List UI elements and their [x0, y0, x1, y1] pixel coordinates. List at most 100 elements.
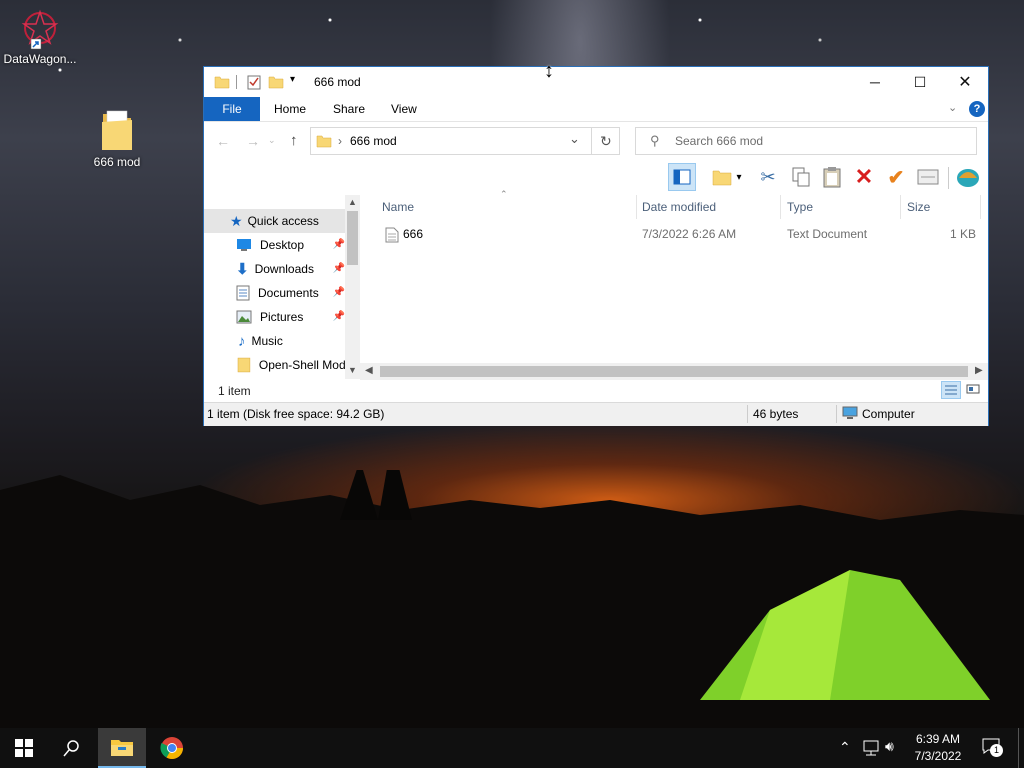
file-name: 666 [403, 227, 424, 241]
back-arrow-icon[interactable]: ← [216, 133, 230, 149]
sidebar-item-downloads[interactable]: ⬇ Downloads 📌 [204, 257, 345, 281]
sidebar-item-music[interactable]: ♪ Music [204, 329, 345, 353]
customize-qat-chevron-icon[interactable]: ▾ [290, 74, 295, 85]
details-view-button[interactable] [941, 381, 961, 399]
properties-icon[interactable] [246, 74, 262, 90]
tab-share[interactable]: Share [333, 97, 365, 121]
scroll-up-arrow-icon[interactable]: ▲ [348, 197, 357, 207]
start-button[interactable] [0, 728, 48, 768]
title-bar[interactable]: ▾ 666 mod ─ ☐ ✕ [204, 67, 988, 97]
address-bar[interactable]: › 666 mod ⌄ ↻ [310, 127, 620, 155]
scroll-left-arrow-icon[interactable]: ◀ [365, 365, 373, 376]
search-field[interactable]: ⚲ Search 666 mod [635, 127, 977, 155]
file-list-scrollbar[interactable]: ◀ ▶ [360, 363, 988, 380]
breadcrumb-separator-icon: › [338, 134, 342, 148]
scrollbar-thumb[interactable] [347, 211, 358, 265]
column-header-size[interactable]: Size [907, 195, 930, 219]
file-type: Text Document [787, 227, 868, 241]
sidebar-item-quick-access[interactable]: ★ Quick access [204, 209, 345, 233]
clock-time[interactable]: 6:39 AM [911, 732, 965, 746]
tab-home[interactable]: Home [274, 97, 306, 121]
column-separator[interactable] [900, 195, 901, 219]
pin-icon[interactable]: 📌 [333, 239, 345, 250]
column-header-date-modified[interactable]: Date modified [642, 195, 716, 219]
documents-icon [236, 285, 250, 301]
recent-locations-chevron-icon[interactable]: ⌄ [268, 135, 276, 146]
file-size: 1 KB [949, 227, 976, 241]
sort-indicator-icon: ⌃ [500, 189, 508, 199]
column-header-name[interactable]: Name [382, 195, 414, 219]
shell-glyph [957, 169, 979, 187]
folder-icon [237, 357, 251, 373]
up-arrow-icon[interactable]: ↑ [290, 132, 298, 149]
sidebar-item-desktop[interactable]: Desktop 📌 [204, 233, 345, 257]
column-header-type[interactable]: Type [787, 195, 813, 219]
desktop-icon-666-mod[interactable]: 666 mod [82, 108, 152, 169]
text-document-icon [385, 227, 399, 243]
open-shell-icon[interactable] [954, 163, 982, 191]
tab-view[interactable]: View [391, 97, 417, 121]
address-divider [591, 128, 592, 154]
pin-icon[interactable]: 📌 [333, 263, 345, 274]
sidebar-item-open-shell-mod[interactable]: Open-Shell Mod [204, 353, 345, 377]
volume-icon[interactable]: 🔊︎ [885, 738, 894, 755]
action-center-button[interactable]: 1 [982, 738, 1004, 760]
refresh-icon[interactable]: ↻ [600, 133, 612, 150]
close-button[interactable]: ✕ [942, 67, 988, 97]
pin-icon[interactable]: 📌 [333, 287, 345, 298]
cut-icon[interactable]: ✂ [754, 163, 782, 191]
taskbar-file-explorer[interactable] [98, 728, 146, 768]
minimize-button[interactable]: ─ [852, 67, 898, 97]
large-icons-view-button[interactable] [965, 381, 983, 399]
email-icon[interactable] [914, 163, 942, 191]
scrollbar-thumb[interactable] [380, 366, 968, 377]
tiles-view-icon [966, 384, 980, 394]
wallpaper-landscape [0, 470, 1024, 730]
table-row[interactable]: 666 7/3/2022 6:26 AM Text Document 1 KB [360, 223, 988, 247]
desktop-icon-datawagon[interactable]: DataWagon... [2, 8, 78, 66]
status-size: 46 bytes [753, 407, 799, 421]
scroll-right-arrow-icon[interactable]: ▶ [975, 365, 983, 376]
delete-icon[interactable]: ✕ [850, 163, 878, 191]
download-arrow-icon: ⬇ [236, 261, 249, 278]
copy-icon[interactable] [787, 163, 815, 191]
column-separator[interactable] [636, 195, 637, 219]
folder-icon [316, 135, 332, 148]
ribbon-tabs: File Home Share View ⌄ ? [204, 97, 988, 122]
help-icon[interactable]: ? [969, 101, 985, 117]
envelope-glyph [917, 169, 939, 185]
show-hidden-icons-chevron-icon[interactable]: ⌃ [839, 739, 851, 756]
search-input[interactable]: Search 666 mod [675, 134, 763, 148]
paste-icon[interactable] [818, 163, 846, 191]
clock-date[interactable]: 7/3/2022 [911, 749, 965, 763]
navigation-pane-scrollbar[interactable]: ▲ ▼ [345, 195, 360, 379]
file-explorer-icon [111, 740, 133, 756]
pin-icon[interactable]: 📌 [333, 311, 345, 322]
sidebar-item-label: Desktop [260, 238, 305, 252]
resize-cursor-icon: ↕ [544, 60, 554, 82]
address-dropdown-chevron-icon[interactable]: ⌄ [569, 131, 580, 147]
column-separator[interactable] [780, 195, 781, 219]
expand-ribbon-chevron-icon[interactable]: ⌄ [948, 101, 957, 114]
window-title: 666 mod [314, 75, 361, 89]
show-desktop-button[interactable] [1018, 728, 1024, 768]
classic-toolbar: ▾ ✂ ✕ ✔ [204, 161, 988, 195]
taskbar-chrome[interactable] [148, 728, 196, 768]
scroll-down-arrow-icon[interactable]: ▼ [348, 365, 357, 375]
computer-icon [842, 406, 858, 419]
navigation-pane-button[interactable] [668, 163, 696, 191]
folder-icon [712, 170, 732, 186]
sidebar-item-pictures[interactable]: Pictures 📌 [204, 305, 345, 329]
properties-check-icon[interactable]: ✔ [882, 163, 910, 191]
tab-file[interactable]: File [204, 97, 260, 121]
views-dropdown-chevron-icon[interactable]: ▾ [732, 163, 746, 191]
maximize-button[interactable]: ☐ [897, 67, 943, 97]
toolbar-divider [948, 167, 949, 189]
forward-arrow-icon[interactable]: → [246, 133, 260, 149]
column-separator[interactable] [980, 195, 981, 219]
network-icon[interactable] [862, 740, 880, 756]
breadcrumb[interactable]: 666 mod [350, 134, 397, 148]
new-folder-icon[interactable] [268, 74, 284, 90]
search-button[interactable] [48, 728, 96, 768]
sidebar-item-documents[interactable]: Documents 📌 [204, 281, 345, 305]
